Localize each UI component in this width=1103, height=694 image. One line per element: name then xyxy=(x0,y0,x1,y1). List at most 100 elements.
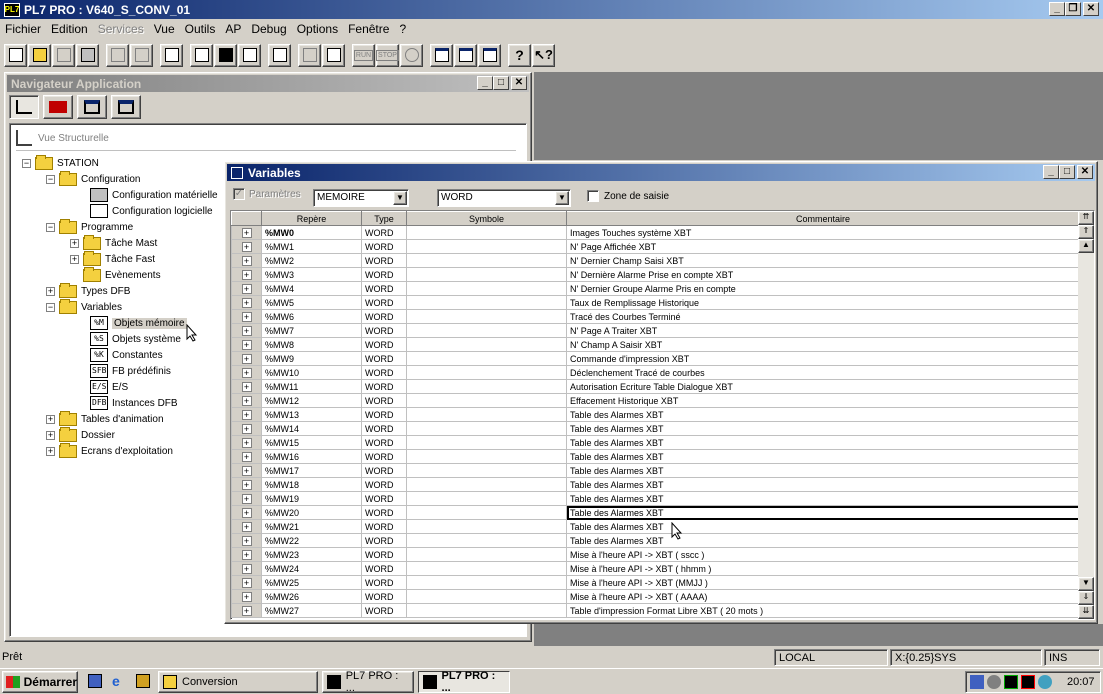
cell-type[interactable]: WORD xyxy=(361,379,407,394)
cell-type[interactable]: WORD xyxy=(361,519,407,534)
tree-evenements[interactable]: Evènements xyxy=(83,266,161,283)
row-expand-cell[interactable]: + xyxy=(231,239,262,254)
row-expand-cell[interactable]: + xyxy=(231,533,262,548)
cell-commentaire[interactable]: N' Page Affichée XBT xyxy=(566,239,1080,254)
cell-symbole[interactable] xyxy=(406,281,567,296)
expand-icon[interactable]: + xyxy=(241,479,252,490)
table-row[interactable]: + %MW15 WORD Table des Alarmes XBT xyxy=(231,435,1080,450)
expand-icon[interactable]: + xyxy=(46,414,55,424)
navigator-close-button[interactable]: ✕ xyxy=(511,76,527,90)
table-row[interactable]: + %MW21 WORD Table des Alarmes XBT xyxy=(231,519,1080,534)
expand-icon[interactable]: + xyxy=(70,254,79,264)
cell-commentaire[interactable]: Taux de Remplissage Historique xyxy=(566,295,1080,310)
undo-button[interactable] xyxy=(106,43,129,67)
cell-symbole[interactable] xyxy=(406,225,567,240)
row-expand-cell[interactable]: + xyxy=(231,225,262,240)
table-row[interactable]: + %MW2 WORD N' Dernier Champ Saisi XBT xyxy=(231,253,1080,268)
expand-icon[interactable]: + xyxy=(241,325,252,336)
header-type[interactable]: Type xyxy=(361,211,407,226)
tree-tache-fast[interactable]: + Tâche Fast xyxy=(70,250,155,267)
collapse-icon[interactable]: − xyxy=(22,158,31,168)
cell-repere[interactable]: %MW11 xyxy=(261,379,362,394)
cell-commentaire[interactable]: N' Champ A Saisir XBT xyxy=(566,337,1080,352)
start-button[interactable]: Démarrer xyxy=(2,671,78,693)
cell-commentaire[interactable]: Commande d'impression XBT xyxy=(566,351,1080,366)
cell-type[interactable]: WORD xyxy=(361,589,407,604)
row-expand-cell[interactable]: + xyxy=(231,519,262,534)
expand-icon[interactable]: + xyxy=(241,395,252,406)
cell-type[interactable]: WORD xyxy=(361,421,407,436)
cell-repere[interactable]: %MW4 xyxy=(261,281,362,296)
cell-repere[interactable]: %MW20 xyxy=(261,505,362,520)
cell-symbole[interactable] xyxy=(406,421,567,436)
cell-type[interactable]: WORD xyxy=(361,351,407,366)
save-button[interactable] xyxy=(52,43,75,67)
row-expand-cell[interactable]: + xyxy=(231,449,262,464)
tree-station[interactable]: − STATION xyxy=(22,154,99,171)
cell-commentaire[interactable]: Table d'impression Format Libre XBT ( 20… xyxy=(566,603,1080,618)
expand-icon[interactable]: + xyxy=(241,311,252,322)
cell-commentaire[interactable]: N' Page A Traiter XBT xyxy=(566,323,1080,338)
scroll-down-button[interactable]: ▼ xyxy=(1078,577,1094,591)
task-pl7-2[interactable]: PL7 PRO : ... xyxy=(418,670,510,694)
cell-symbole[interactable] xyxy=(406,309,567,324)
menu-debug[interactable]: Debug xyxy=(246,22,291,36)
cell-symbole[interactable] xyxy=(406,533,567,548)
cell-type[interactable]: WORD xyxy=(361,505,407,520)
table-row[interactable]: + %MW19 WORD Table des Alarmes XBT xyxy=(231,491,1080,506)
cell-symbole[interactable] xyxy=(406,491,567,506)
row-expand-cell[interactable]: + xyxy=(231,309,262,324)
cell-repere[interactable]: %MW6 xyxy=(261,309,362,324)
table-row[interactable]: + %MW25 WORD Mise à l'heure API -> XBT (MMJ… xyxy=(231,575,1080,590)
cell-type[interactable]: WORD xyxy=(361,365,407,380)
cell-commentaire[interactable]: Autorisation Ecriture Table Dialogue XBT xyxy=(566,379,1080,394)
functional-view-button[interactable] xyxy=(43,95,73,119)
row-expand-cell[interactable]: + xyxy=(231,463,262,478)
cell-symbole[interactable] xyxy=(406,393,567,408)
stop-button[interactable]: STOP xyxy=(376,43,399,67)
table-row[interactable]: + %MW17 WORD Table des Alarmes XBT xyxy=(231,463,1080,478)
header-commentaire[interactable]: Commentaire xyxy=(566,211,1080,226)
zone-saisie-checkbox[interactable] xyxy=(587,190,599,202)
cell-repere[interactable]: %MW27 xyxy=(261,603,362,618)
cell-symbole[interactable] xyxy=(406,519,567,534)
row-expand-cell[interactable]: + xyxy=(231,603,262,618)
tree-variables[interactable]: − Variables xyxy=(46,298,122,315)
expand-icon[interactable]: + xyxy=(241,591,252,602)
parametres-checkbox-group[interactable]: ✓ Paramètres xyxy=(233,188,301,200)
tree-tables-animation[interactable]: + Tables d'animation xyxy=(46,410,164,427)
cell-commentaire[interactable]: Mise à l'heure API -> XBT ( hhmm ) xyxy=(566,561,1080,576)
app-restore-button[interactable]: ❐ xyxy=(1065,2,1081,16)
cell-symbole[interactable] xyxy=(406,435,567,450)
cell-repere[interactable]: %MW18 xyxy=(261,477,362,492)
cell-repere[interactable]: %MW1 xyxy=(261,239,362,254)
cell-commentaire[interactable]: Table des Alarmes XBT xyxy=(566,491,1080,506)
cell-type[interactable]: WORD xyxy=(361,491,407,506)
row-expand-cell[interactable]: + xyxy=(231,323,262,338)
cell-symbole[interactable] xyxy=(406,505,567,520)
cell-repere[interactable]: %MW3 xyxy=(261,267,362,282)
cell-repere[interactable]: %MW13 xyxy=(261,407,362,422)
expand-icon[interactable]: + xyxy=(241,451,252,462)
cell-repere[interactable]: %MW21 xyxy=(261,519,362,534)
cell-repere[interactable]: %MW23 xyxy=(261,547,362,562)
expand-icon[interactable]: + xyxy=(70,238,79,248)
cell-commentaire[interactable]: Table des Alarmes XBT xyxy=(566,477,1080,492)
row-expand-cell[interactable]: + xyxy=(231,365,262,380)
cell-type[interactable]: WORD xyxy=(361,337,407,352)
expand-icon[interactable]: + xyxy=(241,437,252,448)
expand-icon[interactable]: + xyxy=(241,283,252,294)
row-expand-cell[interactable]: + xyxy=(231,561,262,576)
cell-symbole[interactable] xyxy=(406,239,567,254)
menu-fenetre[interactable]: Fenêtre xyxy=(343,22,394,36)
cell-repere[interactable]: %MW16 xyxy=(261,449,362,464)
tray-network-icon[interactable] xyxy=(970,675,984,689)
expand-icon[interactable]: + xyxy=(241,507,252,518)
table-row[interactable]: + %MW9 WORD Commande d'impression XBT xyxy=(231,351,1080,366)
cell-symbole[interactable] xyxy=(406,267,567,282)
pl7-app-icon[interactable]: PL7 xyxy=(4,2,20,17)
tree-tache-mast[interactable]: + Tâche Mast xyxy=(70,234,157,251)
menu-help[interactable]: ? xyxy=(394,22,411,36)
row-expand-cell[interactable]: + xyxy=(231,351,262,366)
cell-symbole[interactable] xyxy=(406,379,567,394)
